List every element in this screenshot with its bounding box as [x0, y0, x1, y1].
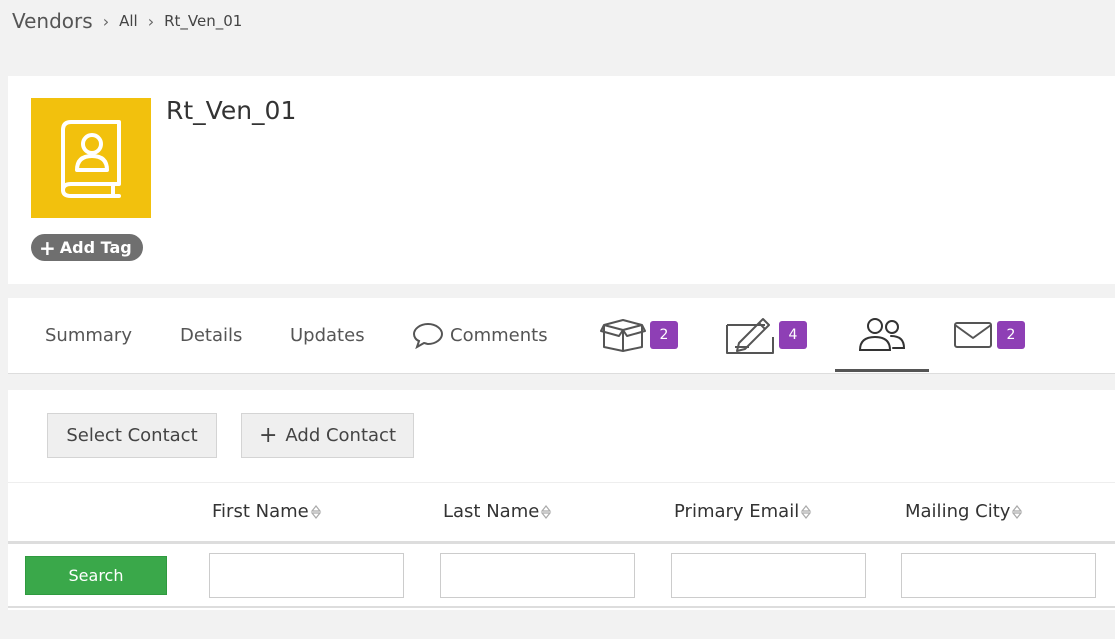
- tab-updates[interactable]: Updates: [290, 298, 365, 372]
- contacts-panel: Select Contact + Add Contact First Name …: [8, 390, 1115, 610]
- select-contact-label: Select Contact: [66, 425, 198, 446]
- primary-email-filter-input[interactable]: [671, 553, 866, 598]
- tab-comments[interactable]: Comments: [412, 298, 548, 372]
- last-name-filter-input[interactable]: [440, 553, 635, 598]
- record-title: Rt_Ven_01: [166, 96, 297, 125]
- tab-updates-label: Updates: [290, 324, 365, 346]
- contact-book-icon: [61, 120, 121, 198]
- plus-icon: +: [39, 235, 56, 260]
- add-contact-label: Add Contact: [285, 425, 397, 446]
- tab-summary[interactable]: Summary: [45, 298, 132, 372]
- column-primary-email[interactable]: Primary Email: [674, 501, 812, 522]
- tab-details-label: Details: [180, 324, 243, 346]
- first-name-filter-input[interactable]: [209, 553, 404, 598]
- tab-details[interactable]: Details: [180, 298, 242, 372]
- tab-notes-badge: 4: [779, 321, 807, 349]
- breadcrumb: Vendors › All › Rt_Ven_01: [12, 6, 242, 36]
- search-button[interactable]: Search: [25, 556, 167, 595]
- filter-row: Search: [8, 546, 1115, 608]
- add-tag-button[interactable]: + Add Tag: [31, 234, 143, 261]
- column-label: Primary Email: [674, 501, 800, 522]
- chevron-right-icon: ›: [102, 11, 110, 31]
- tab-products[interactable]: 2: [600, 298, 678, 372]
- breadcrumb-current: Rt_Ven_01: [164, 12, 243, 30]
- comment-icon: [412, 322, 444, 349]
- mail-icon: [954, 322, 992, 348]
- tab-contacts[interactable]: [835, 298, 929, 372]
- select-contact-button[interactable]: Select Contact: [47, 413, 217, 458]
- record-tabs: Summary Details Updates Comments 2 4 2: [8, 298, 1115, 374]
- column-last-name[interactable]: Last Name: [443, 501, 552, 522]
- tab-notes[interactable]: 4: [725, 298, 807, 372]
- column-label: Mailing City: [905, 501, 1011, 522]
- search-label: Search: [68, 566, 124, 585]
- sort-icon: [1012, 504, 1023, 519]
- pencil-note-icon: [726, 318, 774, 354]
- column-label: Last Name: [443, 501, 540, 522]
- chevron-right-icon: ›: [147, 11, 155, 31]
- column-label: First Name: [212, 501, 309, 522]
- sort-icon: [310, 504, 321, 519]
- mailing-city-filter-input[interactable]: [901, 553, 1096, 598]
- record-avatar: [31, 98, 151, 218]
- table-header: First Name Last Name Primary Email Maili…: [8, 482, 1115, 544]
- tab-summary-label: Summary: [45, 324, 132, 346]
- add-tag-label: Add Tag: [59, 238, 132, 257]
- column-mailing-city[interactable]: Mailing City: [905, 501, 1023, 522]
- plus-icon: +: [258, 422, 278, 448]
- sort-icon: [541, 504, 552, 519]
- add-contact-button[interactable]: + Add Contact: [241, 413, 414, 458]
- box-icon: [600, 319, 646, 352]
- tab-comments-label: Comments: [450, 324, 548, 346]
- sort-icon: [800, 504, 812, 519]
- tab-products-badge: 2: [650, 321, 678, 349]
- contacts-icon: [858, 317, 906, 351]
- record-header: Rt_Ven_01 + Add Tag: [8, 76, 1115, 284]
- tab-emails[interactable]: 2: [953, 298, 1025, 372]
- column-first-name[interactable]: First Name: [212, 501, 322, 522]
- tab-emails-badge: 2: [997, 321, 1025, 349]
- breadcrumb-all[interactable]: All: [119, 12, 138, 30]
- breadcrumb-vendors[interactable]: Vendors: [12, 9, 93, 33]
